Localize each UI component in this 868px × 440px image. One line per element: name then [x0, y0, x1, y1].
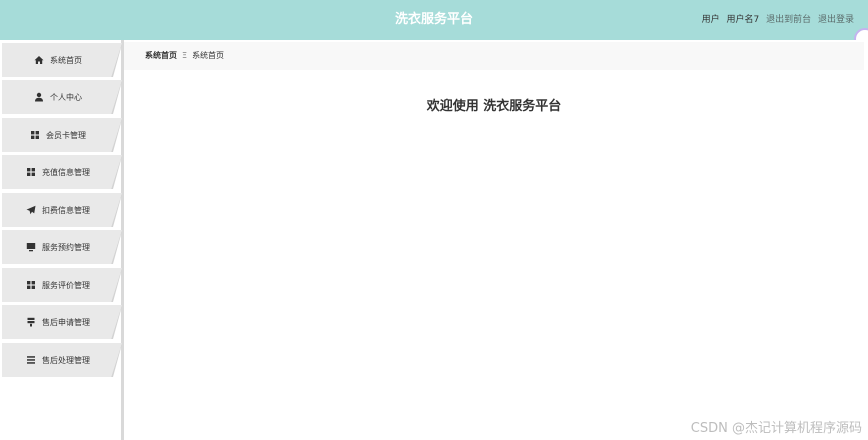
breadcrumb-separator: Ξ — [182, 51, 188, 60]
username: 用户名7 — [726, 15, 760, 25]
monitor-icon — [26, 242, 36, 252]
sidebar-item-evaluation[interactable]: 服务评价管理 — [2, 268, 122, 302]
home-icon — [34, 55, 44, 65]
sidebar-item-label: 扣费信息管理 — [42, 205, 90, 215]
back-to-frontend-link[interactable]: 退出到前台 — [766, 15, 811, 25]
user-icon — [34, 92, 44, 102]
sidebar-item-label: 充值信息管理 — [42, 167, 90, 177]
sidebar-item-label: 系统首页 — [50, 55, 82, 65]
sidebar-item-deduction[interactable]: 扣费信息管理 — [2, 193, 122, 227]
sidebar-item-label: 服务预约管理 — [42, 242, 90, 252]
sidebar-item-label: 会员卡管理 — [46, 130, 86, 140]
top-header: 洗衣服务平台 用户 用户名7 退出到前台 退出登录 — [0, 0, 868, 50]
sidebar-item-aftersale-handle[interactable]: 售后处理管理 — [2, 343, 122, 377]
sidebar-item-label: 服务评价管理 — [42, 280, 90, 290]
main-content: 系统首页 Ξ 系统首页 欢迎使用 洗衣服务平台 — [124, 40, 868, 440]
sidebar-item-label: 售后处理管理 — [42, 355, 90, 365]
breadcrumb: 系统首页 Ξ 系统首页 — [124, 42, 864, 70]
sidebar-item-label: 个人中心 — [50, 92, 82, 102]
user-role: 用户 — [701, 15, 720, 25]
breadcrumb-current: 系统首页 — [192, 51, 225, 60]
sidebar-item-recharge[interactable]: 充值信息管理 — [2, 155, 122, 189]
sidebar-item-aftersale-apply[interactable]: 售后申请管理 — [2, 305, 122, 339]
sidebar-item-reservation[interactable]: 服务预约管理 — [2, 230, 122, 264]
watermark-text: CSDN @杰记计算机程序源码 — [690, 421, 862, 436]
list-icon — [26, 355, 36, 365]
grid-icon — [26, 280, 36, 290]
logout-link[interactable]: 退出登录 — [818, 15, 854, 25]
sidebar-item-profile[interactable]: 个人中心 — [2, 80, 122, 114]
welcome-heading: 欢迎使用 洗衣服务平台 — [426, 99, 562, 114]
user-area: 用户 用户名7 退出到前台 退出登录 — [698, 0, 854, 40]
sidebar-item-label: 售后申请管理 — [42, 317, 90, 327]
tag-icon — [26, 317, 36, 327]
sidebar-item-home[interactable]: 系统首页 — [2, 43, 122, 77]
grid-icon — [30, 130, 40, 140]
sidebar: 系统首页 个人中心 会员卡管理 充值信息管理 扣费信息管理 服务预约管理 服务评… — [0, 40, 124, 440]
send-icon — [26, 205, 36, 215]
sidebar-item-member-card[interactable]: 会员卡管理 — [2, 118, 122, 152]
breadcrumb-home[interactable]: 系统首页 — [145, 51, 177, 60]
grid-icon — [26, 167, 36, 177]
